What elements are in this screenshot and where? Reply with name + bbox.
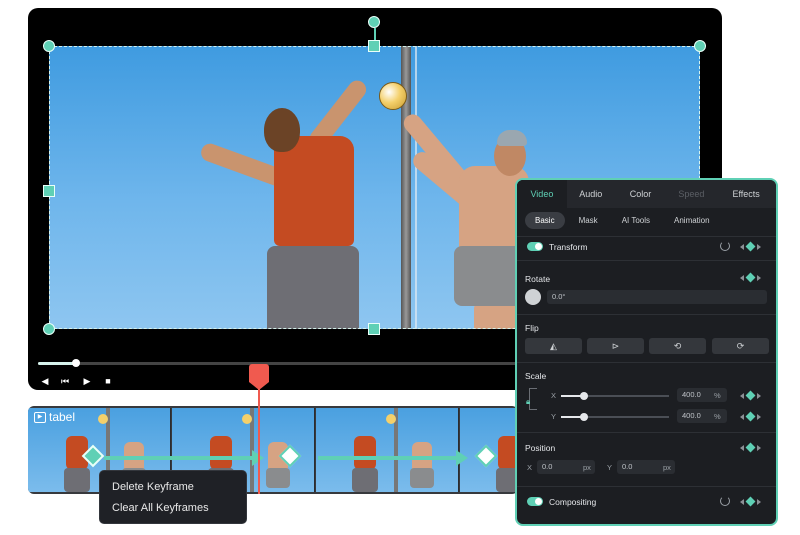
playhead-tip — [249, 382, 269, 390]
scale-x-unit: % — [714, 391, 721, 400]
rotate-handle[interactable] — [368, 16, 380, 28]
flip-vertical-button[interactable]: ⊳ — [587, 338, 644, 354]
playhead-line — [258, 380, 260, 494]
scale-y-unit: % — [714, 412, 721, 421]
player-left-shorts — [267, 246, 359, 329]
volleyball — [379, 82, 407, 110]
position-label: Position — [525, 443, 556, 453]
resize-handle-left[interactable] — [43, 185, 55, 197]
step-back-icon[interactable]: ⏮︎ — [58, 375, 72, 387]
scale-label: Scale — [525, 371, 547, 381]
clip-name: tabel — [49, 410, 76, 424]
tab-speed[interactable]: Speed — [666, 180, 716, 208]
arrow-head-icon — [456, 450, 468, 466]
scale-x-label: X — [551, 391, 557, 400]
flip-horizontal-button[interactable]: ◭ — [525, 338, 582, 354]
rotate-label: Rotate — [525, 274, 551, 284]
player-left-head — [264, 108, 300, 152]
divider — [517, 314, 776, 315]
reset-icon[interactable] — [720, 241, 730, 251]
playback-progress-bar[interactable] — [38, 359, 518, 367]
divider — [517, 432, 776, 433]
properties-panel: Video Audio Color Speed Effects Basic Ma… — [515, 178, 778, 526]
tab-audio[interactable]: Audio — [567, 180, 615, 208]
keyframe-nav[interactable] — [740, 241, 761, 252]
playhead-handle[interactable] — [249, 364, 269, 382]
divider — [517, 486, 776, 487]
divider — [517, 362, 776, 363]
position-y-label: Y — [607, 463, 613, 472]
subtab-basic[interactable]: Basic — [525, 212, 565, 229]
panel-subtabs: Basic Mask AI Tools Animation — [525, 212, 720, 229]
scale-y-keyframe-nav[interactable] — [740, 411, 761, 422]
transform-toggle[interactable] — [527, 242, 543, 251]
editor-stage: ◀︎ ⏮︎ ▶︎ ■ ▶ tabel Delete Keyframe Clear… — [0, 0, 800, 535]
compositing-label: Compositing — [549, 497, 597, 507]
keyframe-interpolation-arrow — [104, 456, 254, 460]
subtab-ai-tools[interactable]: AI Tools — [612, 212, 660, 229]
resize-handle-top-right[interactable] — [694, 40, 706, 52]
compositing-keyframe-nav[interactable] — [740, 496, 761, 507]
play-icon[interactable]: ▶︎ — [80, 375, 94, 387]
divider — [517, 236, 776, 237]
resize-handle-top[interactable] — [368, 40, 380, 52]
prev-frame-icon[interactable]: ◀︎ — [38, 375, 52, 387]
rotate-keyframe-nav[interactable] — [740, 272, 761, 283]
lock-icon[interactable]: 🔒︎ — [526, 397, 530, 407]
rotate-dial[interactable] — [525, 289, 541, 305]
keyframe-interpolation-arrow — [318, 456, 458, 460]
panel-tabs: Video Audio Color Speed Effects — [517, 180, 776, 208]
clip-thumbnail — [316, 408, 459, 492]
clip-label: ▶ tabel — [34, 410, 75, 424]
rotate-right-button[interactable]: ⟳ — [712, 338, 769, 354]
scale-y-slider-knob[interactable] — [580, 413, 588, 421]
subtab-mask[interactable]: Mask — [569, 212, 608, 229]
divider — [517, 260, 776, 261]
stop-icon[interactable]: ■ — [101, 375, 115, 387]
scale-y-label: Y — [551, 412, 557, 421]
reset-icon[interactable] — [720, 496, 730, 506]
position-x-unit: px — [583, 463, 591, 472]
video-clip-icon: ▶ — [34, 411, 46, 423]
resize-handle-top-left[interactable] — [43, 40, 55, 52]
player-right-cap — [497, 130, 527, 146]
resize-handle-bottom[interactable] — [368, 323, 380, 335]
position-x-label: X — [527, 463, 533, 472]
player-left-jersey — [274, 136, 354, 246]
compositing-toggle[interactable] — [527, 497, 543, 506]
rotate-left-button[interactable]: ⟲ — [649, 338, 706, 354]
clear-all-keyframes-item[interactable]: Clear All Keyframes — [112, 498, 234, 519]
tab-video[interactable]: Video — [517, 180, 567, 208]
scale-x-keyframe-nav[interactable] — [740, 390, 761, 401]
scale-x-slider-knob[interactable] — [580, 392, 588, 400]
position-y-unit: px — [663, 463, 671, 472]
tab-effects[interactable]: Effects — [716, 180, 776, 208]
resize-handle-bottom-left[interactable] — [43, 323, 55, 335]
subtab-animation[interactable]: Animation — [664, 212, 720, 229]
delete-keyframe-item[interactable]: Delete Keyframe — [112, 477, 234, 498]
position-keyframe-nav[interactable] — [740, 442, 761, 453]
volleyball-net — [415, 46, 417, 329]
rotate-input[interactable]: 0.0° — [547, 290, 767, 304]
flip-label: Flip — [525, 323, 539, 333]
keyframe-context-menu: Delete Keyframe Clear All Keyframes — [99, 470, 247, 524]
transform-label: Transform — [549, 242, 588, 252]
tab-color[interactable]: Color — [615, 180, 667, 208]
playback-progress-fill — [38, 362, 77, 365]
